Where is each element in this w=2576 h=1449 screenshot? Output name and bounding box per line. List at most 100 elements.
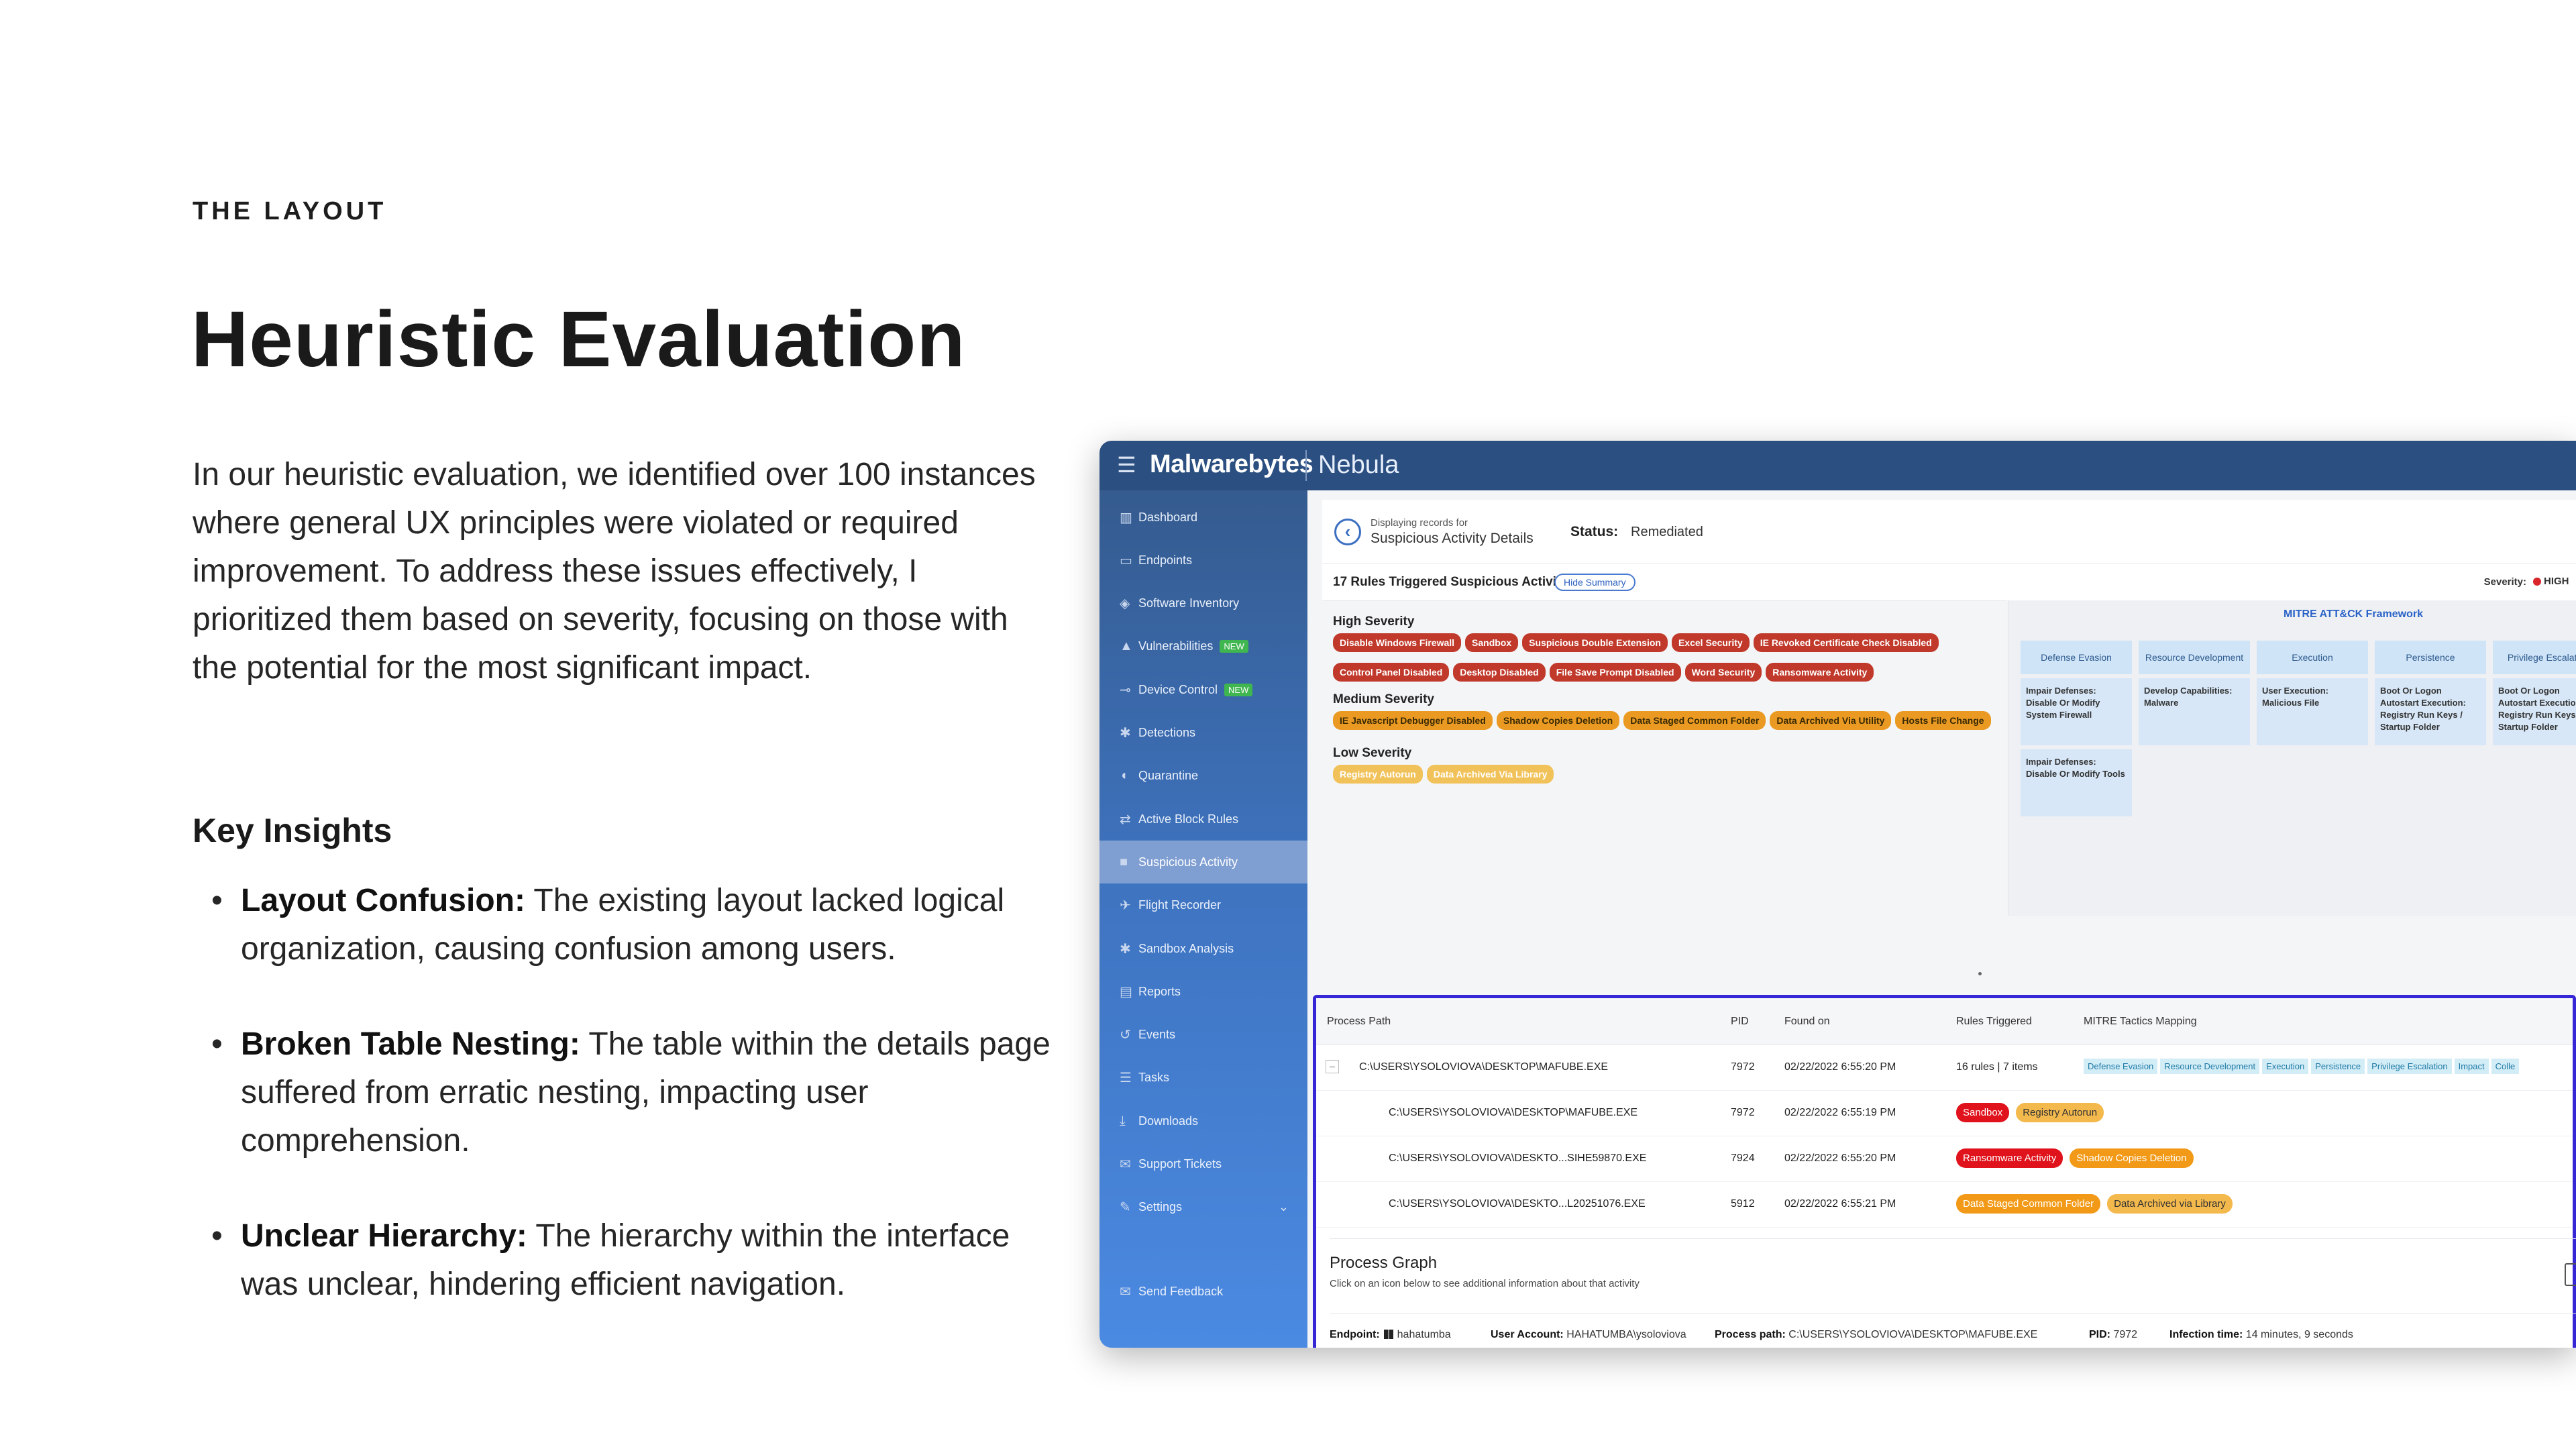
pid: 5912	[1731, 1198, 1755, 1210]
sidebar-item-suspicious-activity[interactable]: ■ Suspicious Activity	[1099, 841, 1307, 884]
rule-tag[interactable]: Registry Autorun	[2016, 1103, 2104, 1122]
rule-tag[interactable]: Sandbox	[1956, 1103, 2010, 1122]
rule-tag[interactable]: Data Archived via Library	[2107, 1194, 2233, 1214]
sidebar-item-software-inventory[interactable]: ◈ Software Inventory	[1099, 582, 1307, 625]
rule-chip[interactable]: Excel Security	[1671, 633, 1750, 652]
table-row-parent[interactable]: – C:\USERS\YSOLOVIOVA\DESKTOP\MAFUBE.EXE…	[1316, 1045, 2573, 1091]
mitre-technique-cell[interactable]: Boot Or Logon Autostart Execution: Regis…	[2493, 678, 2576, 745]
rule-chip[interactable]: Suspicious Double Extension	[1522, 633, 1668, 652]
rule-chip[interactable]: Ransomware Activity	[1766, 663, 1874, 682]
mitre-technique-cell[interactable]: User Execution: Malicious File	[2257, 678, 2368, 745]
insight-title: Layout Confusion:	[241, 883, 525, 918]
back-button[interactable]: ‹	[1334, 519, 1361, 545]
rule-chip[interactable]: Desktop Disabled	[1453, 663, 1546, 682]
mitre-technique-cell[interactable]: Boot Or Logon Autostart Execution: Regis…	[2375, 678, 2486, 745]
sidebar-item-endpoints[interactable]: ▭ Endpoints	[1099, 539, 1307, 582]
tactic-tag[interactable]: Privilege Escalation	[2367, 1059, 2452, 1074]
pid-info: PID: 7972	[2089, 1329, 2138, 1340]
medium-severity-chips: IE Javascript Debugger Disabled Shadow Co…	[1333, 711, 1991, 730]
sidebar-item-active-block-rules[interactable]: ⇄ Active Block Rules	[1099, 798, 1307, 841]
sidebar-item-support-tickets[interactable]: ✉ Support Tickets	[1099, 1143, 1307, 1186]
rule-chip[interactable]: Registry Autorun	[1333, 765, 1423, 784]
rule-chip[interactable]: Shadow Copies Deletion	[1496, 711, 1620, 730]
pid: 7924	[1731, 1152, 1755, 1164]
table-row[interactable]: C:\USERS\YSOLOVIOVA\DESKTO...L20251076.E…	[1316, 1182, 2573, 1228]
sidebar-item-device-control[interactable]: ⊸ Device Control NEW	[1099, 668, 1307, 711]
table-row[interactable]: C:\USERS\YSOLOVIOVA\DESKTOP\MAFUBE.EXE 79…	[1316, 1091, 2573, 1136]
mitre-technique-cell[interactable]: Impair Defenses: Disable Or Modify Syste…	[2021, 678, 2132, 745]
sidebar-item-detections[interactable]: ✱ Detections	[1099, 712, 1307, 755]
tactic-tag[interactable]: Defense Evasion	[2084, 1059, 2158, 1074]
rule-tag[interactable]: Ransomware Activity	[1956, 1148, 2063, 1168]
endpoint-info: Endpoint: hahatumba	[1330, 1329, 1451, 1340]
rule-chip[interactable]: IE Javascript Debugger Disabled	[1333, 711, 1493, 730]
sidebar-item-dashboard[interactable]: ▥ Dashboard	[1099, 496, 1307, 539]
col-found-on[interactable]: Found on	[1784, 1016, 1830, 1028]
tactic-tag[interactable]: Execution	[2262, 1059, 2309, 1074]
history-icon: ↺	[1120, 1028, 1131, 1043]
chevron-down-icon[interactable]: ⌄	[1279, 1200, 1289, 1214]
pid: 7972	[1731, 1107, 1755, 1118]
hide-summary-button[interactable]: Hide Summary	[1554, 574, 1635, 591]
sidebar-item-tasks[interactable]: ☰ Tasks	[1099, 1057, 1307, 1099]
tactic-tag[interactable]: Persistence	[2311, 1059, 2365, 1074]
mitre-tactic-header: Privilege Escalation	[2493, 641, 2576, 674]
brand-divider	[1305, 450, 1307, 481]
monitor-icon: ▭	[1120, 553, 1132, 568]
tactic-tag[interactable]: Impact	[2454, 1059, 2489, 1074]
tactic-tag[interactable]: Resource Development	[2160, 1059, 2260, 1074]
chart-icon: ▥	[1120, 510, 1132, 525]
plane-icon: ✈	[1120, 898, 1131, 914]
col-process-path[interactable]: Process Path	[1327, 1016, 1391, 1028]
col-mitre-tactics[interactable]: MITRE Tactics Mapping	[2084, 1016, 2197, 1028]
rule-chip[interactable]: Hosts File Change	[1895, 711, 1991, 730]
sidebar-item-flight-recorder[interactable]: ✈ Flight Recorder	[1099, 884, 1307, 927]
mitre-technique-cell[interactable]: Develop Capabilities: Malware	[2139, 678, 2250, 745]
resize-grip-icon[interactable]	[1978, 972, 1982, 975]
mitre-framework-panel: MITRE ATT&CK Framework Defense Evasion Im…	[2008, 600, 2576, 916]
intro-paragraph: In our heuristic evaluation, we identifi…	[193, 457, 1036, 686]
send-feedback-link[interactable]: ✉ Send Feedback	[1099, 1270, 1307, 1313]
device-icon[interactable]	[2565, 1263, 2576, 1286]
mitre-technique-cell[interactable]: Impair Defenses: Disable Or Modify Tools	[2021, 749, 2132, 816]
sidebar-item-settings[interactable]: ✎ Settings ⌄	[1099, 1186, 1307, 1229]
col-rules-triggered[interactable]: Rules Triggered	[1956, 1016, 2032, 1028]
displaying-label: Displaying records for	[1371, 517, 1468, 529]
rule-chip[interactable]: Word Security	[1684, 663, 1762, 682]
sidebar-item-label: Sandbox Analysis	[1138, 941, 1234, 955]
sidebar-item-events[interactable]: ↺ Events	[1099, 1014, 1307, 1057]
brand-logo: Malwarebytes	[1150, 450, 1313, 478]
rule-tag[interactable]: Data Staged Common Folder	[1956, 1194, 2101, 1214]
page-title: Suspicious Activity Details	[1371, 531, 1534, 546]
table-row[interactable]: C:\USERS\YSOLOVIOVA\DESKTO...SIHE59870.E…	[1316, 1136, 2573, 1182]
rule-chip[interactable]: IE Revoked Certificate Check Disabled	[1753, 633, 1939, 652]
tactic-tag[interactable]: Colle	[2491, 1059, 2520, 1074]
wrench-icon: ✎	[1120, 1200, 1131, 1216]
rule-chip[interactable]: Data Archived Via Utility	[1770, 711, 1892, 730]
insight-item: • Unclear Hierarchy: The hierarchy within…	[211, 1218, 1010, 1302]
sidebar-item-downloads[interactable]: ⤓ Downloads	[1099, 1099, 1307, 1142]
sidebar-item-vulnerabilities[interactable]: ▲ Vulnerabilities NEW	[1099, 625, 1307, 668]
rule-chip[interactable]: Data Staged Common Folder	[1623, 711, 1766, 730]
sidebar-item-label: Vulnerabilities	[1138, 639, 1214, 653]
mitre-column: Privilege Escalation Boot Or Logon Autost…	[2493, 641, 2576, 745]
rule-chip[interactable]: File Save Prompt Disabled	[1549, 663, 1681, 682]
sidebar-item-quarantine[interactable]: ◖ Quarantine	[1099, 755, 1307, 798]
rule-chip[interactable]: Disable Windows Firewall	[1333, 633, 1462, 652]
sidebar-item-label: Suspicious Activity	[1138, 855, 1238, 869]
medium-severity-title: Medium Severity	[1333, 692, 1434, 706]
col-pid[interactable]: PID	[1731, 1016, 1749, 1028]
sidebar-item-reports[interactable]: ▤ Reports	[1099, 970, 1307, 1013]
mitre-tactic-header: Resource Development	[2139, 641, 2250, 674]
sidebar-item-sandbox-analysis[interactable]: ✱ Sandbox Analysis	[1099, 927, 1307, 970]
hamburger-menu-icon[interactable]: ☰	[1117, 453, 1136, 477]
top-bar: ☰ Malwarebytes Nebula	[1099, 441, 2576, 490]
rule-chip[interactable]: Data Archived Via Library	[1426, 765, 1554, 784]
chat-icon: ✉	[1120, 1157, 1131, 1172]
collapse-toggle[interactable]: –	[1326, 1060, 1339, 1073]
rules-summary-bar: 17 Rules Triggered Suspicious Activity H…	[1322, 564, 2576, 600]
rule-chip[interactable]: Control Panel Disabled	[1333, 663, 1450, 682]
low-severity-chips: Registry Autorun Data Archived Via Librar…	[1333, 765, 1554, 784]
rule-tag[interactable]: Shadow Copies Deletion	[2070, 1148, 2194, 1168]
rule-chip[interactable]: Sandbox	[1465, 633, 1519, 652]
